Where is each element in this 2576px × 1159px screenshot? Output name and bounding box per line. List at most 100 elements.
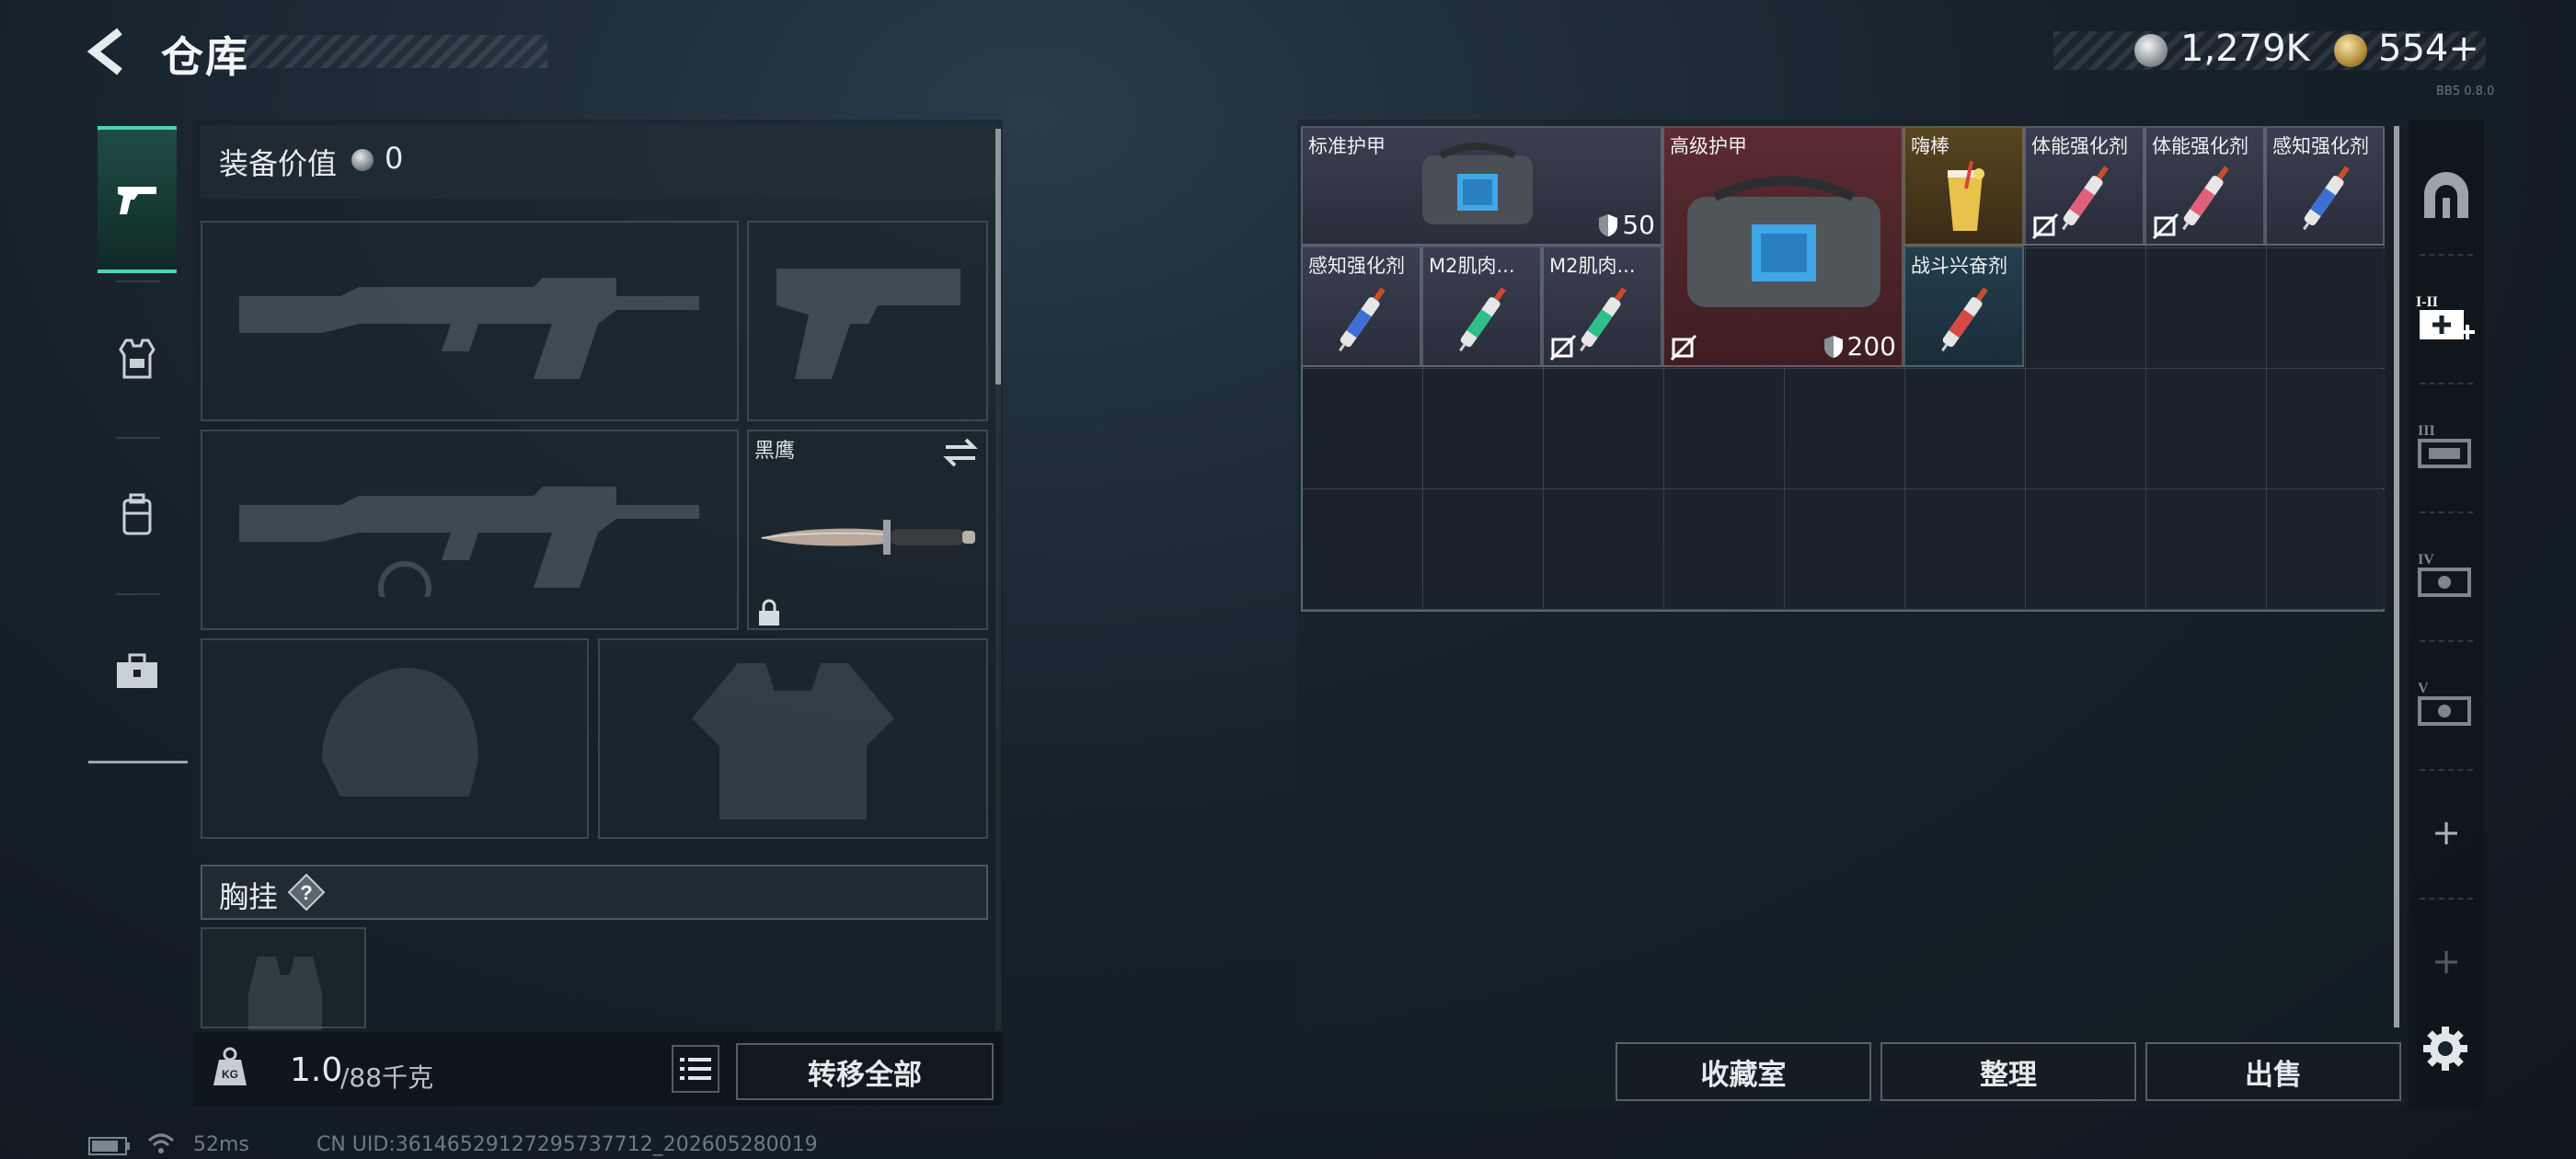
tab-stash-1-2[interactable]: I-II [2410, 267, 2482, 368]
sort-button[interactable]: 整理 [1880, 1042, 2136, 1101]
rifle-silhouette-icon [239, 278, 699, 379]
shield-icon [1823, 335, 1843, 358]
tab-stash-4[interactable]: IV [2410, 524, 2482, 625]
stash-cell[interactable] [2267, 248, 2386, 368]
stash-item-combat-stimulant[interactable]: 战斗兴奋剂 [1903, 246, 2024, 367]
version-label: BB5 0.8.0 [2436, 85, 2495, 98]
durability: 50 [1598, 210, 1655, 240]
battery-icon [88, 1137, 131, 1155]
not-tradable-icon [2152, 212, 2179, 240]
chest-rig-slot[interactable] [201, 927, 366, 1030]
stash-cell[interactable] [1423, 489, 1543, 609]
stash-cell[interactable] [1905, 489, 2025, 609]
stash-dome-icon [2424, 172, 2468, 218]
stash-cell[interactable] [1664, 489, 1784, 609]
armor-bag-icon [1422, 143, 1533, 224]
gold-currency-amount[interactable]: 554+ [2378, 28, 2479, 70]
armor-bag-icon [1687, 176, 1880, 307]
durability: 200 [1823, 331, 1896, 361]
not-tradable-icon [1549, 334, 1577, 361]
stash-cell[interactable] [1423, 369, 1543, 488]
swap-icon[interactable] [942, 436, 979, 469]
stash-crate-icon: IV [2418, 552, 2471, 597]
drink-cup-icon [1948, 161, 1984, 231]
stash-cell[interactable] [2026, 369, 2145, 488]
item-name: 感知强化剂 [1308, 255, 1405, 277]
stash-cell[interactable] [1785, 369, 1904, 488]
sidearm-slot[interactable] [747, 221, 988, 421]
stash-cell[interactable] [1544, 489, 1663, 609]
sell-button[interactable]: 出售 [2145, 1042, 2401, 1101]
stash-cell[interactable] [2026, 489, 2145, 609]
loadout-category-tabs [88, 115, 188, 763]
item-name: M2肌肉... [1429, 255, 1515, 277]
list-view-button[interactable] [672, 1045, 719, 1093]
primary-weapon-slot[interactable] [201, 221, 739, 421]
gold-coin-icon [2334, 34, 2367, 67]
helmet-slot[interactable] [201, 638, 589, 839]
gear-icon[interactable] [2421, 1025, 2469, 1073]
stash-cell[interactable] [1664, 369, 1784, 488]
add-stash-slot-button[interactable]: + [2410, 782, 2482, 883]
syringe-icon [1459, 287, 1506, 352]
armor-vest-icon [119, 339, 155, 379]
syringe-icon [1941, 287, 1988, 352]
stash-cell[interactable] [1303, 489, 1422, 609]
transfer-all-button[interactable]: 转移全部 [736, 1043, 994, 1100]
not-tradable-icon [2031, 212, 2059, 240]
stash-scrollbar[interactable] [2394, 126, 2399, 1027]
stash-cell[interactable] [2146, 489, 2266, 609]
equipment-value: 0 [385, 141, 404, 176]
tab-backpack[interactable] [98, 442, 177, 589]
tab-stash-3[interactable]: III [2410, 396, 2482, 497]
stash-cell[interactable] [1544, 369, 1663, 488]
stash-item-perception-booster[interactable]: 感知强化剂 [2265, 126, 2385, 246]
helmet-silhouette-icon [322, 668, 478, 797]
svg-text:V: V [2418, 681, 2429, 696]
tab-weapons[interactable] [98, 126, 177, 273]
lock-icon [756, 598, 782, 627]
stash-cell[interactable] [2146, 369, 2266, 488]
armor-silhouette-icon [692, 663, 894, 820]
stash-item-m2-muscle[interactable]: M2肌肉... [1542, 246, 1662, 367]
item-name: M2肌肉... [1549, 255, 1636, 277]
tab-all[interactable] [2410, 145, 2482, 247]
stash-cell[interactable] [1905, 369, 2025, 488]
loadout-scrollbar-thumb[interactable] [995, 129, 1001, 384]
item-name: 战斗兴奋剂 [1911, 255, 2007, 277]
stash-cell[interactable] [2267, 369, 2386, 488]
item-name: 标准护甲 [1308, 135, 1386, 157]
tab-armor[interactable] [98, 285, 177, 432]
stash-cell[interactable] [2146, 248, 2266, 368]
svg-text:?: ? [300, 881, 312, 904]
stash-cell[interactable] [2267, 489, 2386, 609]
stash-cell[interactable] [1785, 489, 1904, 609]
add-stash-slot-button-disabled[interactable]: + [2410, 911, 2482, 1012]
stash-item-advanced-armor[interactable]: 高级护甲 200 [1662, 126, 1903, 367]
stash-cell[interactable] [2026, 248, 2145, 368]
stash-item-stamina-booster[interactable]: 体能强化剂 [2145, 126, 2265, 246]
stash-item-perception-booster[interactable]: 感知强化剂 [1301, 246, 1421, 367]
stash-item-stamina-booster[interactable]: 体能强化剂 [2024, 126, 2145, 246]
weight-current: 1.0 [290, 1051, 343, 1089]
secondary-weapon-slot[interactable] [201, 430, 739, 630]
stash-item-energy-drink[interactable]: 嗨棒 [1903, 126, 2024, 246]
pistol-icon [118, 187, 156, 214]
body-armor-slot[interactable] [598, 638, 988, 839]
collection-room-button[interactable]: 收藏室 [1616, 1042, 1871, 1101]
svg-text:KG: KG [222, 1068, 238, 1081]
shield-icon [1599, 213, 1618, 236]
melee-weapon-name: 黑鹰 [754, 440, 796, 463]
backpack-icon [122, 493, 152, 535]
stash-item-standard-armor[interactable]: 标准护甲 50 [1301, 126, 1662, 246]
stash-crate-icon: V [2418, 681, 2471, 726]
rifle-silhouette-icon [239, 487, 699, 597]
back-button[interactable] [85, 26, 136, 77]
stash-item-m2-muscle[interactable]: M2肌肉... [1421, 246, 1542, 367]
stash-cell[interactable] [1303, 369, 1422, 488]
tab-stash-5[interactable]: V [2410, 653, 2482, 754]
syringe-icon [2303, 166, 2350, 231]
tab-toolbox[interactable] [98, 598, 177, 745]
help-icon[interactable]: ? [287, 873, 326, 912]
svg-text:IV: IV [2418, 552, 2434, 568]
